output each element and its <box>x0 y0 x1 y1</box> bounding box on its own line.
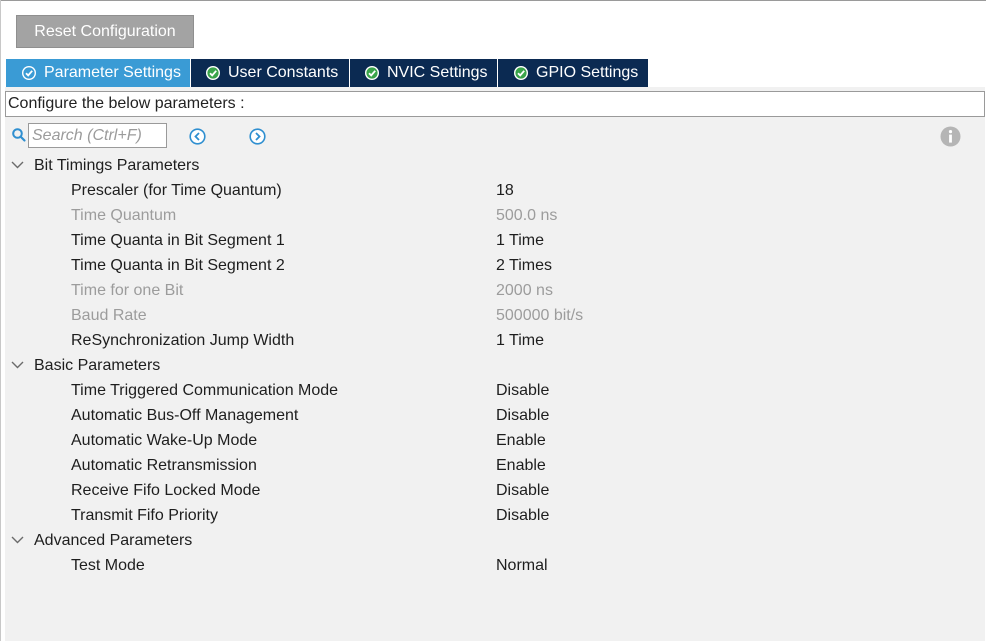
param-value[interactable]: Disable <box>496 478 549 503</box>
top-border <box>0 0 986 1</box>
tab-bar: Parameter Settings User Constants NVIC S… <box>6 59 648 87</box>
configure-header: Configure the below parameters : <box>5 91 985 117</box>
param-name: Transmit Fifo Priority <box>71 507 218 524</box>
search-icon <box>12 128 26 142</box>
param-value[interactable]: Disable <box>496 378 549 403</box>
chevron-down-icon[interactable] <box>11 360 24 370</box>
check-circle-icon <box>365 66 379 80</box>
param-row[interactable]: Time Quanta in Bit Segment 2 2 Times <box>5 253 985 278</box>
param-row[interactable]: Test Mode Normal <box>5 553 985 578</box>
param-value[interactable]: Normal <box>496 553 548 578</box>
info-icon[interactable] <box>940 126 961 147</box>
param-row[interactable]: Time Triggered Communication Mode Disabl… <box>5 378 985 403</box>
check-circle-icon <box>514 66 528 80</box>
param-name: Time Triggered Communication Mode <box>71 382 339 399</box>
param-name: Test Mode <box>71 557 145 574</box>
next-result-button[interactable] <box>249 128 266 145</box>
tab-gpio-settings[interactable]: GPIO Settings <box>498 59 648 87</box>
param-row[interactable]: Time Quanta in Bit Segment 1 1 Time <box>5 228 985 253</box>
group-label: Basic Parameters <box>34 357 161 374</box>
param-name: Automatic Retransmission <box>71 457 257 474</box>
param-value[interactable]: 2 Times <box>496 253 552 278</box>
check-circle-icon <box>22 66 36 80</box>
param-name: Time for one Bit <box>71 282 184 299</box>
param-row: Time Quantum 500.0 ns <box>5 203 985 228</box>
param-name: ReSynchronization Jump Width <box>71 332 295 349</box>
parameter-settings-panel: Configure the below parameters : Bit Tim… <box>5 87 985 641</box>
parameter-tree: Bit Timings Parameters Prescaler (for Ti… <box>5 153 985 578</box>
param-value[interactable]: Enable <box>496 428 546 453</box>
tab-label: Parameter Settings <box>44 64 181 81</box>
tab-user-constants[interactable]: User Constants <box>191 59 350 87</box>
param-row[interactable]: ReSynchronization Jump Width 1 Time <box>5 328 985 353</box>
param-row[interactable]: Receive Fifo Locked Mode Disable <box>5 478 985 503</box>
param-value[interactable]: Disable <box>496 403 549 428</box>
param-row: Baud Rate 500000 bit/s <box>5 303 985 328</box>
tab-parameter-settings[interactable]: Parameter Settings <box>6 59 191 87</box>
param-name: Baud Rate <box>71 307 147 324</box>
param-name: Automatic Wake-Up Mode <box>71 432 258 449</box>
param-value: 500000 bit/s <box>496 307 584 324</box>
group-advanced-parameters[interactable]: Advanced Parameters <box>5 528 985 553</box>
group-label: Advanced Parameters <box>34 532 193 549</box>
tab-nvic-settings[interactable]: NVIC Settings <box>350 59 498 87</box>
previous-result-button[interactable] <box>189 128 206 145</box>
param-name: Receive Fifo Locked Mode <box>71 482 261 499</box>
chevron-down-icon[interactable] <box>11 160 24 170</box>
reset-configuration-button[interactable]: Reset Configuration <box>16 15 194 48</box>
param-name: Time Quanta in Bit Segment 2 <box>71 257 285 274</box>
param-value: 2000 ns <box>496 282 553 299</box>
search-input[interactable] <box>28 123 167 148</box>
tab-label: NVIC Settings <box>387 64 488 81</box>
param-name: Automatic Bus-Off Management <box>71 407 299 424</box>
group-basic-parameters[interactable]: Basic Parameters <box>5 353 985 378</box>
group-label: Bit Timings Parameters <box>34 157 200 174</box>
param-value[interactable]: Enable <box>496 453 546 478</box>
param-row[interactable]: Automatic Retransmission Enable <box>5 453 985 478</box>
param-name: Time Quanta in Bit Segment 1 <box>71 232 285 249</box>
param-value: 500.0 ns <box>496 207 558 224</box>
left-border <box>0 0 1 641</box>
param-value[interactable]: 18 <box>496 178 514 203</box>
param-name: Prescaler (for Time Quantum) <box>71 182 282 199</box>
param-value[interactable]: Disable <box>496 503 549 528</box>
param-value[interactable]: 1 Time <box>496 228 544 253</box>
param-value[interactable]: 1 Time <box>496 328 544 353</box>
check-circle-icon <box>206 66 220 80</box>
group-bit-timings[interactable]: Bit Timings Parameters <box>5 153 985 178</box>
param-row[interactable]: Automatic Bus-Off Management Disable <box>5 403 985 428</box>
chevron-down-icon[interactable] <box>11 535 24 545</box>
tab-label: GPIO Settings <box>536 64 639 81</box>
param-row[interactable]: Prescaler (for Time Quantum) 18 <box>5 178 985 203</box>
param-row[interactable]: Automatic Wake-Up Mode Enable <box>5 428 985 453</box>
param-name: Time Quantum <box>71 207 177 224</box>
tab-label: User Constants <box>228 64 339 81</box>
param-row: Time for one Bit 2000 ns <box>5 278 985 303</box>
param-row[interactable]: Transmit Fifo Priority Disable <box>5 503 985 528</box>
